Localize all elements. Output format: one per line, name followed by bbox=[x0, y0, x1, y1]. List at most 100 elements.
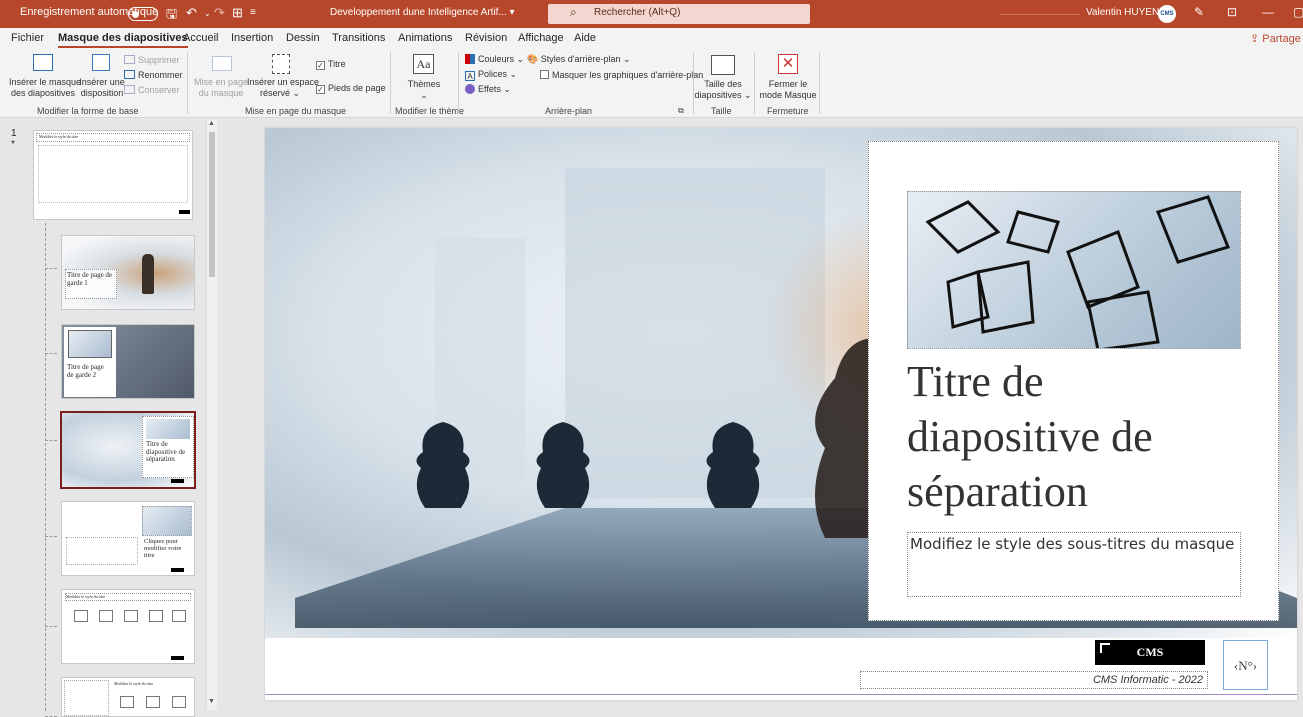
colors-button[interactable]: Couleurs ⌄ bbox=[465, 54, 524, 65]
tab-dessin[interactable]: Dessin bbox=[286, 32, 320, 44]
share-button[interactable]: ⇪ Partage bbox=[1250, 32, 1301, 45]
effects-icon bbox=[465, 84, 475, 94]
thumb5-logo bbox=[171, 656, 184, 660]
layout-thumbnail-1[interactable]: Titre de page de garde 1 bbox=[61, 235, 195, 310]
subtitle-placeholder[interactable]: Modifiez le style des sous-titres du mas… bbox=[907, 532, 1241, 597]
insert-master-icon bbox=[33, 54, 53, 71]
pen-icon[interactable]: ✎ bbox=[1194, 5, 1204, 19]
insert-placeholder-button[interactable]: Insérer un espace réservé ⌄ bbox=[247, 77, 319, 99]
undo-icon[interactable]: ↶ bbox=[186, 5, 197, 21]
layout-thumbnail-2[interactable]: Titre de page de garde 2 bbox=[61, 324, 195, 399]
thumb-tree-connector bbox=[45, 626, 57, 627]
scrollbar-thumb[interactable] bbox=[209, 132, 215, 277]
ribbon-display-icon[interactable]: ⊡ bbox=[1227, 5, 1237, 19]
effects-button[interactable]: Effets ⌄ bbox=[465, 84, 511, 95]
master-layout-icon bbox=[212, 56, 232, 71]
customize-qat-icon[interactable]: ≡ bbox=[250, 7, 256, 18]
insert-master-button[interactable]: Insérer le masque des diapositives bbox=[9, 77, 81, 99]
master-number: 1 bbox=[11, 128, 17, 139]
scroll-down-icon[interactable]: ▼ bbox=[208, 698, 215, 705]
slide-size-icon bbox=[711, 55, 735, 75]
thumb4-title-line1: Cliquez pour bbox=[144, 538, 178, 545]
thumb1-title-line1: Titre de page de bbox=[67, 271, 113, 279]
tab-animations[interactable]: Animations bbox=[398, 32, 452, 44]
slideshow-icon[interactable]: ⊞ bbox=[232, 5, 243, 21]
slide-size-button[interactable]: Taille des diapositives ⌄ bbox=[694, 79, 752, 101]
background-dialog-launcher-icon[interactable]: ⧉ bbox=[678, 106, 684, 116]
themes-icon: Aa bbox=[413, 54, 434, 74]
insert-master-label-2: des diapositives bbox=[10, 88, 76, 98]
close-master-button[interactable]: Fermer le mode Masque bbox=[758, 79, 818, 101]
tab-transitions[interactable]: Transitions bbox=[332, 32, 385, 44]
close-master-icon: ✕ bbox=[778, 54, 798, 74]
preserve-button[interactable]: Conserver bbox=[124, 85, 180, 96]
thumb2-image bbox=[68, 330, 112, 358]
thumb-tree-line bbox=[45, 223, 46, 711]
thumb-tree-connector bbox=[45, 536, 57, 537]
search-box[interactable]: ⌕ Rechercher (Alt+Q) bbox=[548, 4, 810, 24]
thumb4-title: Cliquez pour modifier votre titre bbox=[144, 538, 194, 559]
layout-thumbnail-6[interactable]: Modifier le style du titre bbox=[61, 677, 195, 717]
master-thumbnail[interactable]: Modifier le style du titre bbox=[33, 130, 193, 220]
slide-bottom-line bbox=[265, 694, 1297, 695]
title-check-icon: ✓ bbox=[316, 61, 325, 70]
autosave-toggle[interactable] bbox=[128, 7, 158, 21]
master-layout-button[interactable]: Mise en page du masque bbox=[194, 77, 248, 99]
ribbon-separator bbox=[754, 52, 755, 114]
ribbon-separator bbox=[819, 52, 820, 114]
layout-thumbnail-3-selected[interactable]: Titre de diapositive de séparation bbox=[60, 411, 196, 489]
thumb1-title: Titre de page de garde 1 bbox=[65, 269, 117, 299]
user-name[interactable]: Valentin HUYENH bbox=[1086, 7, 1166, 18]
rename-button[interactable]: Renommer bbox=[124, 70, 183, 81]
tab-affichage[interactable]: Affichage bbox=[518, 32, 564, 44]
cubes-illustration bbox=[925, 195, 1231, 348]
master-thumb-logo bbox=[179, 210, 190, 214]
effects-label: Effets ⌄ bbox=[478, 84, 511, 94]
ribbon-separator bbox=[187, 52, 188, 114]
ribbon-separator bbox=[458, 52, 459, 114]
title-placeholder-panel[interactable]: Titre de diapositive de séparation Modif… bbox=[868, 141, 1279, 621]
slide-number-placeholder[interactable]: ‹N°› bbox=[1223, 640, 1268, 690]
redo-icon[interactable]: ↷ bbox=[214, 5, 225, 21]
thumb-tree-connector bbox=[45, 268, 57, 269]
menu-tabs: Fichier Masque des diapositives Accueil … bbox=[0, 28, 1303, 49]
tab-accueil[interactable]: Accueil bbox=[183, 32, 218, 44]
thumbnail-scrollbar[interactable]: ▲ ▼ bbox=[206, 120, 217, 710]
hide-bg-graphics-checkbox[interactable]: Masquer les graphiques d'arrière-plan bbox=[540, 70, 703, 81]
thumb2-title-line2: de garde 2 bbox=[67, 371, 97, 379]
footer-placeholder[interactable]: CMS Informatic - 2022 bbox=[860, 671, 1208, 689]
undo-dropdown-icon[interactable]: ⌄ bbox=[204, 9, 211, 18]
save-icon[interactable]: 🖫 bbox=[166, 5, 177, 27]
avatar[interactable]: CMS bbox=[1158, 5, 1176, 23]
slide-title[interactable]: Titre de diapositive de séparation bbox=[907, 354, 1247, 519]
background-styles-icon: 🎨 bbox=[527, 54, 541, 64]
slide-canvas[interactable]: Titre de diapositive de séparation Modif… bbox=[265, 128, 1297, 700]
tab-insertion[interactable]: Insertion bbox=[231, 32, 273, 44]
fonts-button[interactable]: A Polices ⌄ bbox=[465, 69, 517, 81]
group-label-base: Modifier la forme de base bbox=[37, 106, 139, 116]
delete-button[interactable]: Supprimer bbox=[124, 55, 180, 66]
thumb3-title-line3: séparation bbox=[146, 455, 175, 463]
restore-icon[interactable]: ▢ bbox=[1293, 5, 1303, 19]
title-checkbox[interactable]: ✓ Titre bbox=[316, 59, 346, 70]
layout-thumbnail-5[interactable]: Modifier le style du titre bbox=[61, 589, 195, 664]
tab-revision[interactable]: Révision bbox=[465, 32, 507, 44]
hide-bg-label: Masquer les graphiques d'arrière-plan bbox=[552, 70, 704, 80]
rename-icon bbox=[124, 70, 135, 79]
footers-checkbox[interactable]: ✓ Pieds de page bbox=[316, 83, 386, 94]
thumbnail-pane: 1 * Modifier le style du titre Titre de … bbox=[0, 118, 218, 717]
thumb4-title-line3: titre bbox=[144, 552, 155, 559]
themes-button[interactable]: Thèmes ⌄ bbox=[405, 79, 443, 101]
minimize-icon[interactable]: — bbox=[1262, 5, 1274, 19]
document-title[interactable]: Developpement dune Intelligence Artif...… bbox=[330, 7, 515, 18]
background-styles-button[interactable]: 🎨 Styles d'arrière-plan ⌄ bbox=[527, 54, 631, 65]
share-label: Partage bbox=[1262, 33, 1301, 45]
tab-masque-des-diapositives[interactable]: Masque des diapositives bbox=[58, 32, 188, 49]
tab-fichier[interactable]: Fichier bbox=[11, 32, 44, 44]
insert-layout-button[interactable]: Insérer une disposition bbox=[78, 77, 126, 99]
scroll-up-icon[interactable]: ▲ bbox=[208, 120, 215, 127]
glass-cubes-image bbox=[907, 191, 1241, 349]
tab-aide[interactable]: Aide bbox=[574, 32, 596, 44]
thumb1-title-line2: garde 1 bbox=[67, 279, 88, 287]
layout-thumbnail-4[interactable]: Cliquez pour modifier votre titre bbox=[61, 501, 195, 576]
